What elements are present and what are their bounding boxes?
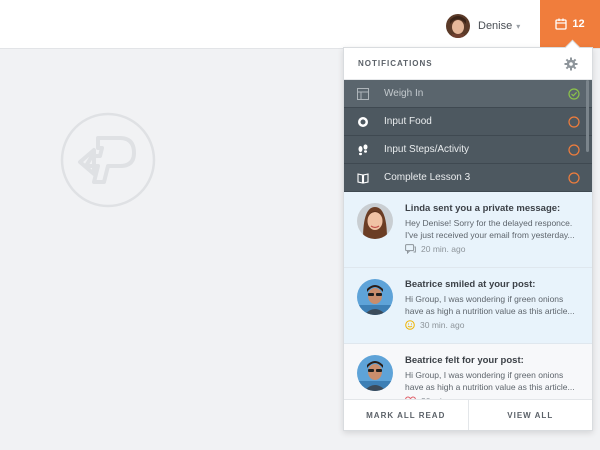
avatar [357,355,393,391]
food-icon [356,115,370,129]
notification-body: Hey Denise! Sorry for the delayed respon… [405,217,583,241]
status-circle-icon[interactable] [568,143,580,156]
status-circle-icon[interactable] [568,115,580,128]
status-circle-icon[interactable] [568,171,580,184]
user-avatar [446,14,470,38]
top-bar: Denise ▾ 12 [0,0,600,49]
task-list: Weigh In Input Food Input Steps/Activity [344,80,592,192]
message-icon [405,244,416,254]
mark-all-read-button[interactable]: MARK ALL READ [344,400,468,430]
check-circle-icon[interactable] [568,87,580,100]
book-icon [356,171,370,185]
notification-meta: 30 min. ago [405,320,464,330]
task-input-food[interactable]: Input Food [344,108,592,136]
notification-body: Hi Group, I was wondering if green onion… [405,369,583,393]
notification-body: Hi Group, I was wondering if green onion… [405,293,583,317]
notification-title: Beatrice smiled at your post: [405,279,536,290]
task-label: Input Steps/Activity [384,144,470,155]
task-input-steps[interactable]: Input Steps/Activity [344,136,592,164]
gear-icon[interactable] [564,57,578,71]
task-label: Weigh In [384,88,424,99]
notification-body-line: Hey Denise! Sorry for the delayed respon… [405,218,573,228]
notification-item[interactable]: Beatrice smiled at your post: Hi Group, … [344,268,592,344]
avatar [357,203,393,239]
task-weigh-in[interactable]: Weigh In [344,80,592,108]
avatar [357,279,393,315]
app-logo-icon [60,112,156,208]
notification-count: 12 [572,18,585,30]
task-label: Input Food [384,116,432,127]
notifications-footer: MARK ALL READ VIEW ALL [344,399,592,430]
notification-meta: 20 min. ago [405,244,465,254]
chevron-down-icon: ▾ [516,21,521,31]
footsteps-icon [356,143,370,157]
notification-body-line: have as high a nutrition value as this a… [405,382,575,392]
layout-icon [356,87,370,101]
notification-title: Beatrice felt for your post: [405,355,524,366]
notification-list: Linda sent you a private message: Hey De… [344,192,592,420]
notifications-dropdown: NOTIFICATIONS Weigh In Input Food Input … [343,47,593,431]
notification-title: Linda sent you a private message: [405,203,561,214]
scrollbar[interactable] [586,80,589,152]
notification-body-line: I've just received your email from yeste… [405,230,575,240]
notification-time: 30 min. ago [420,320,465,330]
notification-body-line: Hi Group, I was wondering if green onion… [405,370,564,380]
notifications-header: NOTIFICATIONS [344,48,592,80]
notification-body-line: Hi Group, I was wondering if green onion… [405,294,564,304]
notification-item[interactable]: Linda sent you a private message: Hey De… [344,192,592,268]
smile-icon [405,320,415,330]
notifications-title: NOTIFICATIONS [358,59,433,68]
notification-time: 20 min. ago [421,244,466,254]
view-all-button[interactable]: VIEW ALL [467,400,593,430]
user-menu[interactable]: Denise ▾ [446,13,520,39]
task-label: Complete Lesson 3 [384,172,471,183]
user-name: Denise [478,20,513,32]
calendar-icon [555,18,568,30]
notification-body-line: have as high a nutrition value as this a… [405,306,575,316]
task-complete-lesson[interactable]: Complete Lesson 3 [344,164,592,192]
